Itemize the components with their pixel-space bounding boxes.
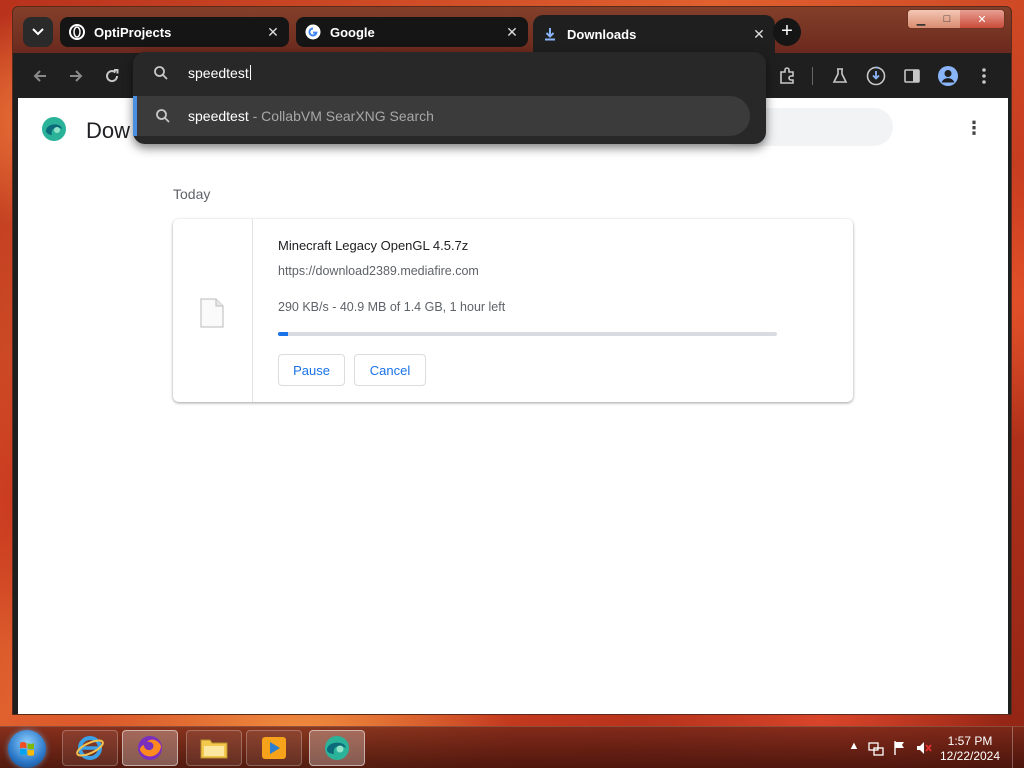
side-panel-icon[interactable] — [901, 65, 923, 87]
taskbar: ▲ 1:57 PM 12/22/2024 — [0, 726, 1024, 768]
title-bar: OptiProjects ✕ Google ✕ Downloads ✕ + ▁ … — [13, 7, 1011, 53]
back-arrow-icon[interactable] — [29, 65, 51, 87]
google-icon — [304, 23, 322, 41]
internet-explorer-icon[interactable] — [62, 730, 118, 766]
suggestion-text: speedtest - CollabVM SearXNG Search — [188, 108, 434, 124]
tab-optiprojects[interactable]: OptiProjects ✕ — [60, 17, 289, 47]
new-tab-button[interactable]: + — [773, 18, 801, 46]
download-filename[interactable]: Minecraft Legacy OpenGL 4.5.7z — [278, 238, 468, 253]
close-icon[interactable]: ✕ — [265, 24, 281, 40]
address-bar-query: speedtest — [188, 65, 249, 81]
download-status: 290 KB/s - 40.9 MB of 1.4 GB, 1 hour lef… — [278, 300, 506, 314]
section-heading: Today — [173, 186, 211, 202]
downloads-page: Dow ⋮ Today Minecraft Legacy OpenGL 4.5.… — [18, 98, 1008, 714]
clock-date: 12/22/2024 — [939, 749, 1001, 763]
tab-search-button[interactable] — [23, 17, 53, 47]
search-icon — [154, 66, 168, 80]
pause-button[interactable]: Pause — [278, 354, 345, 386]
firefox-icon[interactable] — [122, 730, 178, 766]
windows-logo-icon — [20, 742, 34, 756]
download-source-url[interactable]: https://download2389.mediafire.com — [278, 264, 479, 278]
omnibox-dropdown: speedtest speedtest - CollabVM SearXNG S… — [133, 52, 766, 144]
network-icon[interactable] — [868, 740, 884, 756]
download-indicator-icon[interactable] — [865, 65, 887, 87]
tab-label: Downloads — [567, 26, 637, 42]
profile-avatar-icon[interactable] — [937, 65, 959, 87]
suggestion-query: speedtest — [188, 108, 249, 124]
address-bar-text: speedtest — [188, 65, 251, 81]
download-card: Minecraft Legacy OpenGL 4.5.7z https://d… — [173, 219, 853, 402]
more-menu-icon[interactable] — [973, 65, 995, 87]
system-clock[interactable]: 1:57 PM 12/22/2024 — [932, 734, 1008, 764]
forward-arrow-icon[interactable] — [65, 65, 87, 87]
action-center-flag-icon[interactable] — [892, 740, 908, 756]
close-icon[interactable]: ✕ — [751, 26, 767, 42]
selected-indicator — [133, 96, 137, 136]
download-icon — [541, 25, 559, 43]
reload-icon[interactable] — [101, 65, 123, 87]
show-desktop-button[interactable] — [1012, 727, 1024, 768]
close-icon[interactable]: ✕ — [504, 24, 520, 40]
tab-google[interactable]: Google ✕ — [296, 17, 528, 47]
page-title: Dow — [86, 118, 131, 143]
file-icon-column — [173, 219, 253, 402]
media-player-icon[interactable] — [246, 730, 302, 766]
search-icon — [156, 109, 170, 123]
text-caret — [249, 65, 251, 80]
cancel-button[interactable]: Cancel — [354, 354, 426, 386]
show-hidden-icons-icon[interactable]: ▲ — [846, 740, 862, 756]
file-explorer-icon[interactable] — [186, 730, 242, 766]
omnibox-suggestion[interactable]: speedtest - CollabVM SearXNG Search — [133, 96, 750, 136]
close-icon[interactable]: ✕ — [960, 10, 1004, 28]
file-icon — [200, 298, 224, 328]
optiprojects-icon — [68, 23, 86, 41]
suggestion-separator: - — [248, 108, 262, 124]
download-progress-fill — [278, 332, 288, 336]
start-button[interactable] — [8, 730, 46, 768]
tab-downloads[interactable]: Downloads ✕ — [533, 15, 775, 53]
labs-flask-icon[interactable] — [829, 65, 851, 87]
tab-label: Google — [330, 24, 375, 40]
suggestion-engine: CollabVM SearXNG Search — [261, 108, 434, 124]
edge-icon[interactable] — [309, 730, 365, 766]
window-controls: ▁ □ ✕ — [907, 9, 1005, 29]
tab-label: OptiProjects — [94, 24, 172, 40]
download-progress-bar — [278, 332, 777, 336]
volume-muted-icon[interactable] — [916, 740, 932, 756]
clock-time: 1:57 PM — [947, 734, 993, 748]
edge-logo-icon — [41, 116, 67, 142]
maximize-icon[interactable]: □ — [934, 10, 960, 28]
address-bar-input[interactable]: speedtest — [133, 52, 766, 94]
chevron-down-icon — [32, 28, 44, 36]
toolbar-divider — [812, 67, 813, 85]
more-actions-icon[interactable]: ⋮ — [964, 118, 984, 138]
minimize-icon[interactable]: ▁ — [908, 10, 934, 28]
extensions-icon[interactable] — [776, 65, 798, 87]
